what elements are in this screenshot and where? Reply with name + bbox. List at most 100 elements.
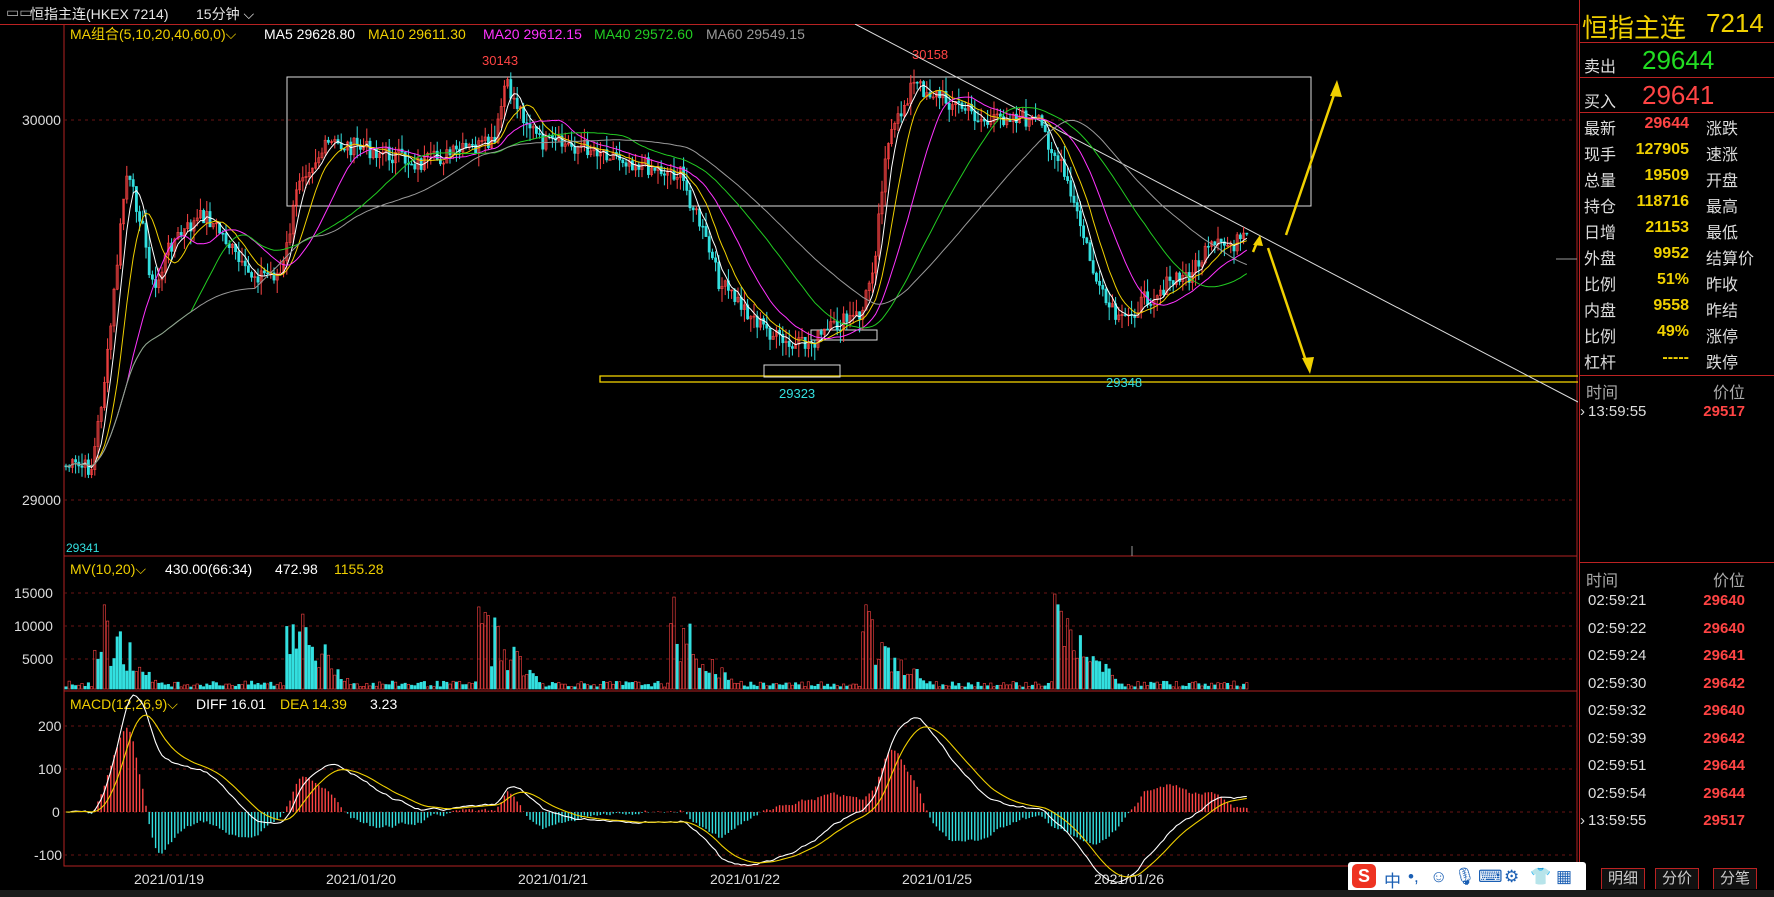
volume-bar: [1078, 635, 1082, 690]
window-menu-icon[interactable]: ▭▭: [6, 4, 32, 21]
volume-bar: [1200, 685, 1204, 690]
volume-bar: [848, 684, 852, 690]
quote-panel: 恒指主连 7214 卖出 29644 买入 29641 最新 29644 涨跌 现手 1…: [1579, 0, 1774, 890]
skin-icon[interactable]: 👕: [1530, 867, 1551, 887]
volume-bar: [784, 682, 788, 690]
volume-bar: [1187, 682, 1191, 690]
volume-bar: [810, 685, 814, 690]
sogou-logo-icon[interactable]: S: [1352, 864, 1376, 888]
support-line-box[interactable]: [599, 375, 1578, 383]
volume-bar: [755, 685, 759, 690]
tick-row[interactable]: 02:59:32 29640: [1580, 698, 1774, 725]
volume-bar: [547, 685, 551, 690]
candle-body: [714, 257, 718, 263]
volume-bar: [1062, 646, 1066, 690]
sell-row[interactable]: 卖出 29644: [1580, 42, 1774, 77]
tick-row[interactable]: 02:59:39 29642: [1580, 726, 1774, 753]
volume-bar: [83, 686, 87, 690]
volume-bar: [589, 685, 593, 690]
instrument-title[interactable]: 恒指主连(HKEX 7214): [30, 4, 168, 24]
tick-row[interactable]: 02:59:54 29644: [1580, 781, 1774, 808]
candle-body: [256, 276, 260, 283]
tick-row[interactable]: 02:59:22 29640: [1580, 616, 1774, 643]
volume-bar: [854, 683, 858, 690]
volume-bar: [538, 682, 542, 690]
microphone-icon[interactable]: 🎙: [1454, 867, 1476, 887]
volume-bar: [294, 648, 298, 690]
volume-bar: [630, 682, 634, 690]
candle-body: [1088, 242, 1092, 261]
consolidation-box[interactable]: [286, 76, 1312, 207]
volume-bar: [573, 686, 577, 690]
candle-body: [486, 136, 490, 148]
chevron-down-icon: ⌵: [239, 6, 255, 22]
period-selector[interactable]: 15分钟 ⌵: [196, 4, 254, 24]
macd-dea-line: [66, 714, 1247, 878]
punctuation-icon[interactable]: •,: [1408, 867, 1419, 887]
volume-bar: [947, 685, 951, 690]
grid-menu-icon[interactable]: ▦: [1556, 867, 1572, 887]
keyboard-icon[interactable]: ⌨: [1478, 867, 1503, 887]
tick-price: 29640: [1703, 619, 1745, 637]
tick-row[interactable]: › 13:59:55 29517: [1580, 808, 1774, 835]
volume-bar: [979, 685, 983, 690]
ime-language[interactable]: 中: [1384, 867, 1401, 892]
tick-row[interactable]: 02:59:24 29641: [1580, 643, 1774, 670]
tick-row[interactable]: 02:59:30 29642: [1580, 671, 1774, 698]
bottom-box-1[interactable]: [763, 364, 841, 378]
volume-bar: [112, 658, 116, 690]
volume-bar: [566, 686, 570, 690]
candle-body: [1008, 119, 1012, 122]
ma-legend-label[interactable]: MA组合(5,10,20,40,60,0)⌵: [70, 26, 237, 42]
tick-price: 29517: [1703, 812, 1745, 829]
tick-row[interactable]: › 13:59:55 29517: [1580, 399, 1774, 426]
buy-row[interactable]: 买入 29641: [1580, 77, 1774, 113]
down-arrow[interactable]: [1266, 247, 1314, 374]
quote-row: 外盘 9952 结算价: [1580, 242, 1774, 268]
ime-toolbar[interactable]: S 中 •, ☺ 🎙 ⌨ ⚙ 👕 ▦: [1348, 862, 1586, 892]
ma60-value: MA60 29549.15: [706, 26, 805, 42]
tick-row[interactable]: 02:59:21 29640: [1580, 588, 1774, 615]
volume-bar: [1114, 678, 1118, 690]
macd-legend-label[interactable]: MACD(12,26,9)⌵: [70, 696, 178, 712]
quote-row-label: 比例: [1584, 277, 1617, 294]
volume-bar: [710, 659, 714, 690]
tick-row[interactable]: 02:59:51 29644: [1580, 753, 1774, 780]
volume-bar: [118, 631, 122, 690]
tab-price-distribution[interactable]: 分价: [1655, 868, 1700, 889]
detail-tabs: 明细 分价 分笔: [1579, 866, 1774, 890]
candle-body: [179, 232, 183, 236]
volume-bar: [1002, 682, 1006, 690]
volume-bar: [128, 642, 132, 690]
volume-bar: [493, 617, 497, 690]
volume-bar: [214, 682, 218, 690]
tick-time: 02:59:39: [1588, 729, 1647, 747]
small-up-arrow[interactable]: [1251, 235, 1263, 253]
volume-bar: [477, 606, 481, 690]
volume-bar: [474, 681, 478, 690]
volume-axis-5000: 5000: [22, 651, 53, 667]
volume-bar: [1158, 684, 1162, 690]
volume-bar: [378, 681, 382, 690]
volume-bar: [534, 676, 538, 690]
quote-row: 杠杆 ----- 跌停: [1580, 346, 1774, 372]
volume-bar: [1213, 684, 1217, 690]
volume-legend-label[interactable]: MV(10,20)⌵: [70, 561, 146, 577]
kline-chart[interactable]: 30000 29000 15000 10000 5000 200 100 0 -…: [0, 24, 1578, 890]
emoji-icon[interactable]: ☺: [1430, 867, 1447, 887]
volume-bar: [874, 664, 878, 690]
volume-bar: [115, 636, 119, 690]
toolbox-icon[interactable]: ⚙: [1504, 867, 1519, 887]
volume-bar: [1091, 656, 1095, 690]
tab-detail[interactable]: 明细: [1601, 868, 1646, 889]
volume-bar: [1123, 686, 1127, 690]
tab-trades[interactable]: 分笔: [1713, 868, 1758, 889]
descending-trendline[interactable]: [854, 24, 1578, 403]
candle-body: [522, 106, 526, 123]
volume-bar: [342, 680, 346, 690]
up-arrow[interactable]: [1284, 80, 1342, 236]
volume-bar: [211, 681, 215, 690]
volume-bar: [320, 653, 324, 690]
volume-bar: [522, 675, 526, 690]
macd-axis-0: 0: [52, 804, 60, 820]
